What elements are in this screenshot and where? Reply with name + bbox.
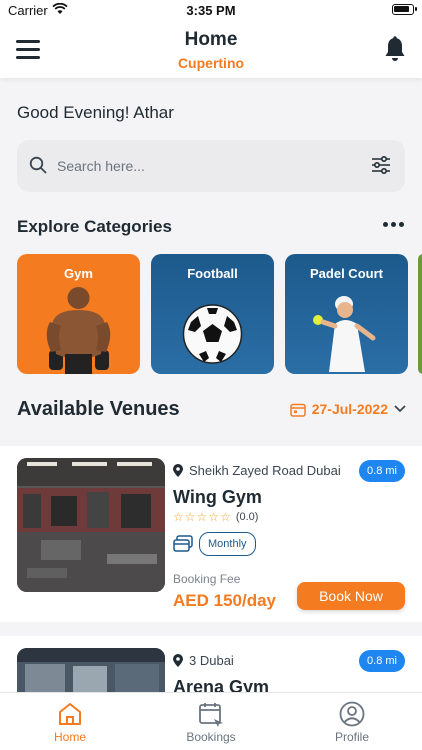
venue-name: Arena Gym <box>173 677 270 692</box>
star-icon: ☆ <box>208 510 220 524</box>
fee-label: Booking Fee <box>173 572 241 586</box>
more-options-icon[interactable] <box>383 222 404 227</box>
venues-title: Available Venues <box>17 398 180 420</box>
selected-date: 27-Jul-2022 <box>311 401 388 417</box>
status-bar: Carrier 3:35 PM <box>0 0 422 22</box>
star-icon: ☆ <box>184 510 196 524</box>
bodybuilder-image <box>46 287 111 374</box>
venue-location: 3 Dubai <box>173 653 234 668</box>
star-icon: ☆ <box>196 510 208 524</box>
category-next[interactable] <box>418 254 422 374</box>
fee-value: AED 150/day <box>173 591 276 610</box>
greeting-text: Good Evening! Athar <box>17 103 174 122</box>
home-icon <box>59 703 81 725</box>
filter-icon[interactable] <box>371 156 391 174</box>
venue-location: Sheikh Zayed Road Dubai <box>173 463 341 478</box>
venue-photo <box>17 458 165 592</box>
book-now-button[interactable]: Book Now <box>297 582 405 610</box>
date-picker[interactable]: 27-Jul-2022 <box>289 401 406 417</box>
page-title: Home <box>184 29 238 50</box>
tab-label: Profile <box>334 730 369 744</box>
tab-home[interactable]: Home <box>0 693 140 750</box>
tab-label: Home <box>53 730 86 744</box>
venue-photo <box>17 648 165 692</box>
star-icon: ☆ <box>173 510 184 524</box>
search-bar[interactable] <box>17 140 405 192</box>
venue-address: 3 Dubai <box>189 653 234 668</box>
chevron-down-icon <box>394 405 406 413</box>
bell-icon[interactable] <box>384 36 406 62</box>
rating-value: (0.0) <box>235 511 259 523</box>
category-padel-court[interactable]: Padel Court <box>285 254 408 374</box>
tab-profile[interactable]: Profile <box>282 693 422 750</box>
card-payment-icon <box>173 535 193 552</box>
venue-card[interactable]: Sheikh Zayed Road Dubai 0.8 mi Wing Gym … <box>0 446 422 622</box>
tennis-player-image <box>313 296 376 372</box>
distance-badge: 0.8 mi <box>359 460 405 482</box>
app-header: Home Cupertino <box>0 22 422 78</box>
search-input[interactable] <box>57 154 357 178</box>
distance-badge: 0.8 mi <box>359 650 405 672</box>
tab-bar: Home Bookings Profile <box>0 692 422 750</box>
profile-icon <box>339 701 365 727</box>
tab-label: Bookings <box>186 730 236 744</box>
battery-icon <box>392 4 417 15</box>
venue-amenities: Monthly <box>173 532 256 556</box>
calendar-icon <box>289 403 306 417</box>
category-gym[interactable]: Gym <box>17 254 140 374</box>
location-subtitle[interactable]: Cupertino <box>0 55 422 71</box>
search-icon <box>29 156 47 174</box>
category-football[interactable]: Football <box>151 254 274 374</box>
tab-bookings[interactable]: Bookings <box>141 693 281 750</box>
plan-tag: Monthly <box>199 532 256 556</box>
rating: ☆ ☆ ☆ ☆ ☆ (0.0) <box>173 510 258 524</box>
clock: 3:35 PM <box>186 3 236 18</box>
star-icon: ☆ <box>220 510 231 524</box>
venue-card[interactable]: 3 Dubai 0.8 mi Arena Gym <box>0 636 422 692</box>
venue-address: Sheikh Zayed Road Dubai <box>189 463 341 478</box>
categories-title: Explore Categories <box>17 217 172 236</box>
bookings-icon <box>199 703 223 727</box>
venue-name: Wing Gym <box>173 487 262 507</box>
football-image <box>182 304 243 364</box>
map-pin-icon <box>173 464 183 477</box>
map-pin-icon <box>173 654 183 667</box>
